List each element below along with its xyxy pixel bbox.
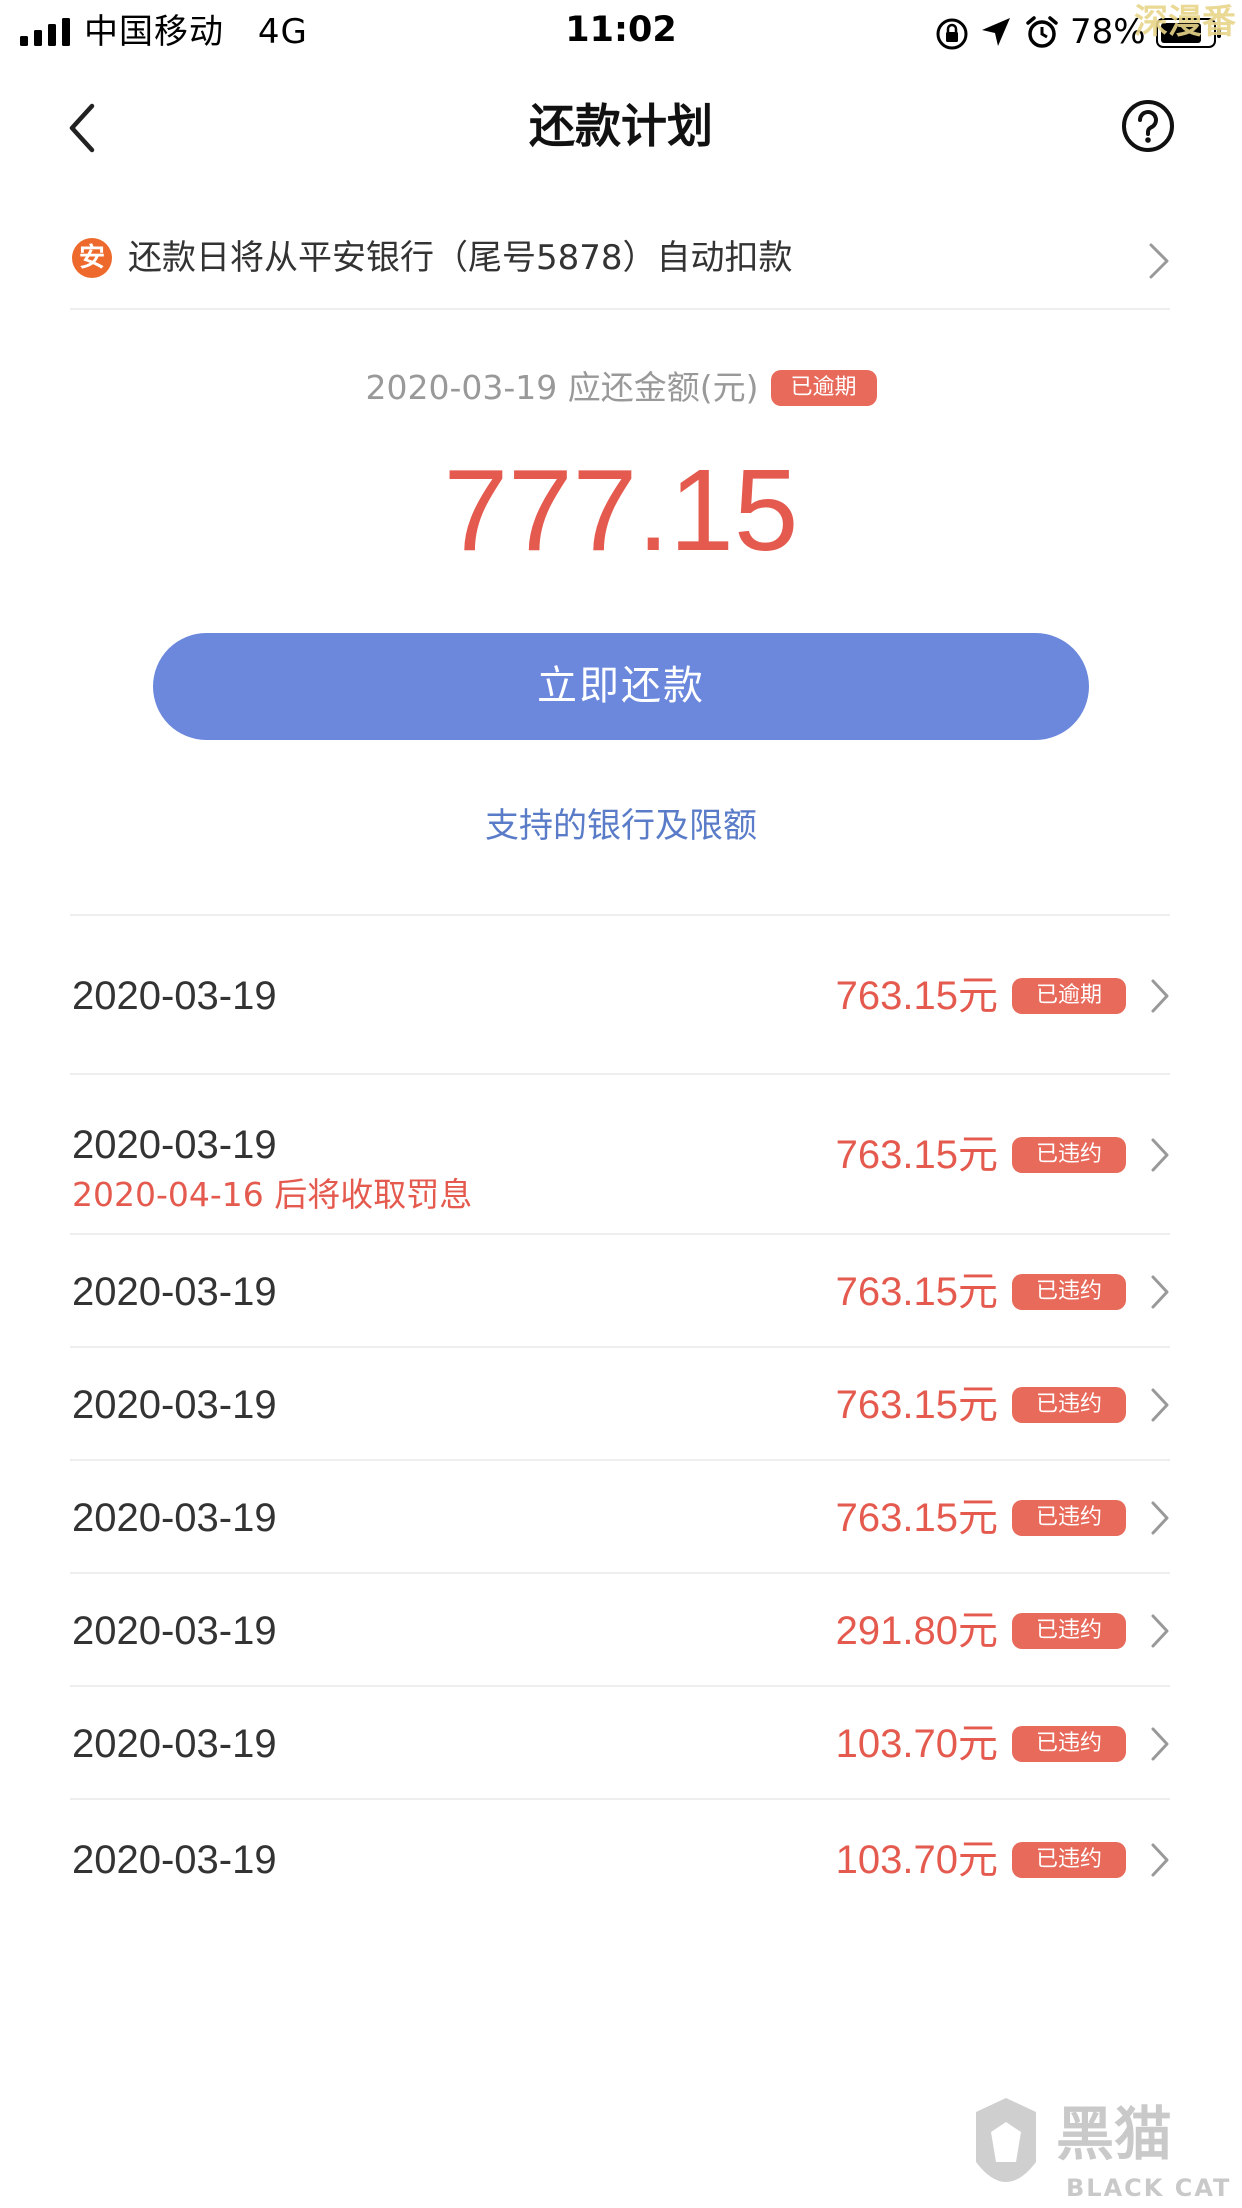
watermark-cn: 黑猫 xyxy=(1056,2100,1172,2168)
plan-row-date: 2020-03-19 xyxy=(72,1608,277,1653)
plan-row[interactable]: 2020-03-19 763.15元 已逾期 xyxy=(70,914,1170,1073)
alarm-icon xyxy=(1026,16,1058,48)
plan-row-amount: 291.80元 xyxy=(835,1608,998,1653)
rotation-lock-icon xyxy=(936,18,968,50)
chevron-right-icon xyxy=(1151,1614,1169,1647)
plan-row-amount: 763.15元 xyxy=(835,1382,998,1427)
plan-row-status-badge: 已违约 xyxy=(1012,1842,1126,1878)
repay-now-button[interactable]: 立即还款 xyxy=(153,633,1089,740)
repayment-plan-list: 2020-03-19 763.15元 已逾期 2020-03-19 2020-04-16… xyxy=(70,914,1170,1918)
due-label: 2020-03-19 应还金额(元) xyxy=(365,368,759,407)
chevron-right-icon xyxy=(1151,1843,1169,1877)
plan-row-date: 2020-03-19 xyxy=(72,1123,277,1167)
auto-debit-row[interactable]: 安 还款日将从平安银行（尾号5878）自动扣款 xyxy=(70,212,1170,310)
plan-row-amount: 763.15元 xyxy=(835,1133,998,1177)
chevron-right-icon xyxy=(1151,979,1169,1012)
plan-row-status-badge: 已违约 xyxy=(1012,1386,1126,1423)
plan-row-status-badge: 已违约 xyxy=(1012,1137,1126,1173)
location-arrow-icon xyxy=(982,18,1010,46)
plan-row-status-badge: 已逾期 xyxy=(1012,977,1126,1014)
plan-row-date: 2020-03-19 xyxy=(72,1382,277,1427)
plan-row[interactable]: 2020-03-19 103.70元 已违约 xyxy=(70,1685,1170,1798)
chevron-right-icon xyxy=(1151,1727,1169,1760)
plan-row-amount: 103.70元 xyxy=(835,1838,998,1882)
plan-row[interactable]: 2020-03-19 2020-04-16 后将收取罚息 763.15元 已违约 xyxy=(70,1073,1170,1233)
plan-row[interactable]: 2020-03-19 763.15元 已违约 xyxy=(70,1459,1170,1572)
plan-row-amount: 763.15元 xyxy=(835,1495,998,1540)
plan-row-status-badge: 已违约 xyxy=(1012,1273,1126,1310)
plan-row-amount: 763.15元 xyxy=(835,1269,998,1314)
plan-row-date: 2020-03-19 xyxy=(72,973,277,1018)
due-amount: 777.15 xyxy=(443,445,799,575)
chevron-right-icon xyxy=(1149,243,1169,279)
top-watermark: 深漫番 xyxy=(1134,2,1236,42)
nav-bar: 还款计划 xyxy=(0,62,1242,192)
chevron-right-icon xyxy=(1151,1275,1169,1308)
plan-row[interactable]: 2020-03-19 763.15元 已违约 xyxy=(70,1346,1170,1459)
status-bar: 中国移动 4G 11:02 78% 深漫番 xyxy=(0,0,1242,62)
watermark-en: BLACK CAT xyxy=(1066,2174,1231,2202)
blackcat-watermark: 黑猫 BLACK CAT xyxy=(976,2098,1231,2202)
plan-row-status-badge: 已违约 xyxy=(1012,1612,1126,1649)
plan-row-date: 2020-03-19 xyxy=(72,1838,277,1882)
plan-row-status-badge: 已违约 xyxy=(1012,1725,1126,1762)
plan-row-amount: 763.15元 xyxy=(835,973,998,1018)
overdue-badge: 已逾期 xyxy=(770,370,877,406)
plan-row-date: 2020-03-19 xyxy=(72,1721,277,1766)
supported-banks-link[interactable]: 支持的银行及限额 xyxy=(0,800,1242,852)
page-title: 还款计划 xyxy=(529,99,713,153)
question-circle-icon[interactable] xyxy=(1120,98,1176,154)
plan-row-penalty-note: 2020-04-16 后将收取罚息 xyxy=(72,1175,473,1214)
plan-row-status-badge: 已违约 xyxy=(1012,1499,1126,1536)
chevron-right-icon xyxy=(1151,1501,1169,1534)
chevron-right-icon xyxy=(1151,1388,1169,1421)
plan-row[interactable]: 2020-03-19 103.70元 已违约 xyxy=(70,1798,1170,1918)
plan-row[interactable]: 2020-03-19 291.80元 已违约 xyxy=(70,1572,1170,1685)
auto-debit-text: 还款日将从平安银行（尾号5878）自动扣款 xyxy=(128,238,793,278)
plan-row-date: 2020-03-19 xyxy=(72,1269,277,1314)
pingan-bank-icon: 安 xyxy=(72,238,112,278)
plan-row[interactable]: 2020-03-19 763.15元 已违约 xyxy=(70,1233,1170,1346)
chevron-right-icon xyxy=(1151,1138,1169,1172)
due-line: 2020-03-19 应还金额(元) 已逾期 xyxy=(0,362,1242,414)
plan-row-amount: 103.70元 xyxy=(835,1721,998,1766)
plan-row-date: 2020-03-19 xyxy=(72,1495,277,1540)
